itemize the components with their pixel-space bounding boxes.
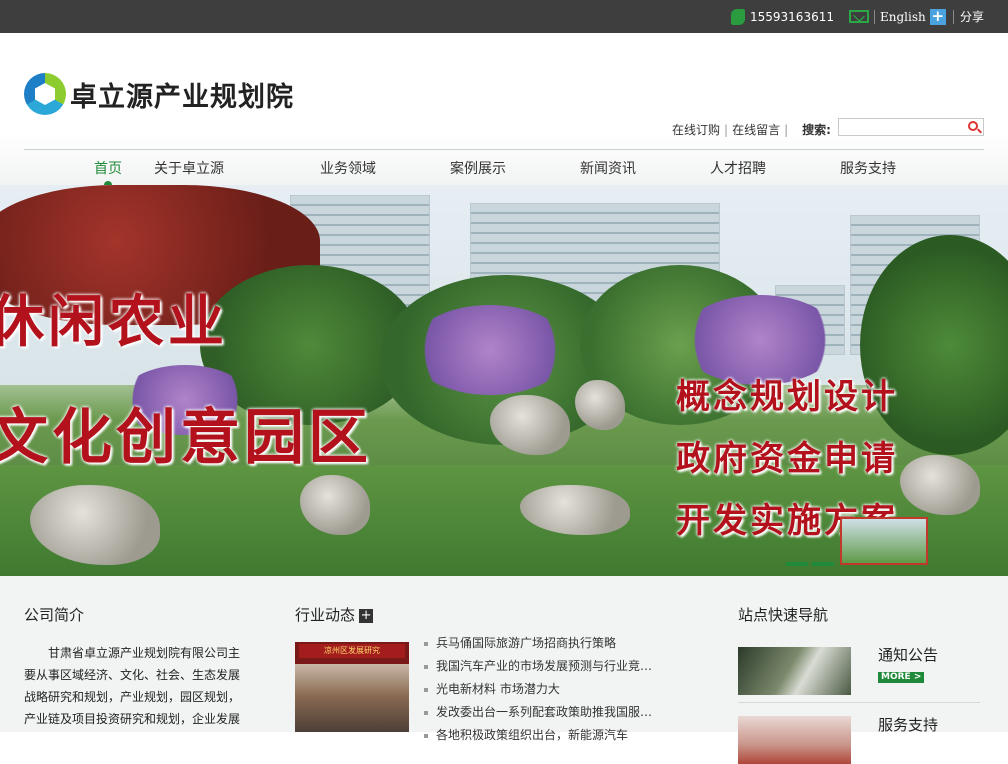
share-link[interactable]: 分享 [960,0,984,33]
hero-banner[interactable]: 休闲农业 文化创意园区 概念规划设计 政府资金申请 开发实施方案 [0,185,1008,576]
site-header: 卓立源产业规划院 在线订购 | 在线留言 | 搜索: 首页 关于卓立源 业务领域… [0,33,1008,189]
news-item[interactable]: 我国汽车产业的市场发展预测与行业竞争分析 [424,655,654,678]
slider-thumbnail[interactable] [840,517,928,565]
notice-more-link[interactable]: MORE > [878,672,925,683]
banner-headline-2: 文化创意园区 [0,403,372,473]
english-link[interactable]: English + [880,0,946,33]
plus-icon[interactable]: + [359,608,374,623]
news-list: 兵马俑国际旅游广场招商执行策略 我国汽车产业的市场发展预测与行业竞争分析 光电新… [424,632,654,747]
nav-item-cases[interactable]: 案例展示 [413,151,543,185]
mail-link[interactable] [849,0,869,33]
divider [953,9,954,24]
online-order-link[interactable]: 在线订购 [672,121,720,138]
intro-text: 甘肃省卓立源产业规划院有限公司主要从事区域经济、文化、社会、生态发展战略研究和规… [24,646,241,726]
logo-icon [24,73,66,115]
plus-icon[interactable]: + [929,8,946,25]
divider [874,9,875,24]
news-title: 行业动态 [295,606,356,624]
logo-text: 卓立源产业规划院 [70,81,294,113]
nav-item-jobs[interactable]: 人才招聘 [673,151,803,185]
nav-item-news[interactable]: 新闻资讯 [543,151,673,185]
nav-item-about[interactable]: 关于卓立源 [66,151,312,185]
divider [738,702,980,703]
online-message-link[interactable]: 在线留言 [732,121,780,138]
intro-title: 公司简介 [24,606,85,624]
content-area: 公司简介 甘肃省卓立源产业规划院有限公司主要从事区域经济、文化、社会、生态发展战… [0,576,1008,764]
search-icon[interactable] [968,121,978,131]
news-image-caption: 凉州区发展研究 [299,644,405,658]
share-label[interactable]: 分享 [960,8,984,25]
banner-flowers [410,305,570,395]
search-input[interactable] [838,118,984,136]
notice-title[interactable]: 通知公告 [878,644,938,665]
news-item[interactable]: 兵马俑国际旅游广场招商执行策略 [424,632,654,655]
mail-icon[interactable] [849,10,869,23]
divider: | [724,122,729,137]
phone-contact: 15593163611 [731,0,834,33]
banner-service-2: 政府资金申请 [676,439,898,479]
news-header: 行业动态 + [295,604,374,625]
nav-item-business[interactable]: 业务领域 [283,151,413,185]
site-logo[interactable]: 卓立源产业规划院 [24,73,294,115]
news-item[interactable]: 各地积极政策组织出台，新能源汽车 [424,724,654,747]
nav-item-support[interactable]: 服务支持 [803,151,933,185]
header-tools: 在线订购 | 在线留言 | 搜索: [672,121,831,138]
notice-image[interactable] [738,647,851,695]
slider-dot[interactable] [786,562,808,566]
quick-nav-title: 站点快速导航 [738,606,829,624]
news-item[interactable]: 光电新材料 市场潜力大 [424,678,654,701]
support-image[interactable] [738,716,851,764]
slider-dot[interactable] [812,562,834,566]
news-image[interactable]: 凉州区发展研究 [295,642,409,732]
search-label: 搜索: [802,123,831,137]
banner-headline-1: 休闲农业 [0,289,228,355]
banner-rock [490,395,570,455]
divider: | [784,122,789,137]
phone-icon [731,8,745,25]
nav-divider [24,149,984,150]
english-label[interactable]: English [880,10,926,24]
main-nav: 首页 关于卓立源 业务领域 案例展示 新闻资讯 人才招聘 服务支持 [24,151,984,189]
banner-service-1: 概念规划设计 [676,377,898,417]
phone-number: 15593163611 [750,9,834,24]
news-item[interactable]: 发改委出台一系列配套政策助推我国服务业发展 [424,701,654,724]
top-bar: 15593163611 English + 分享 [0,0,1008,33]
